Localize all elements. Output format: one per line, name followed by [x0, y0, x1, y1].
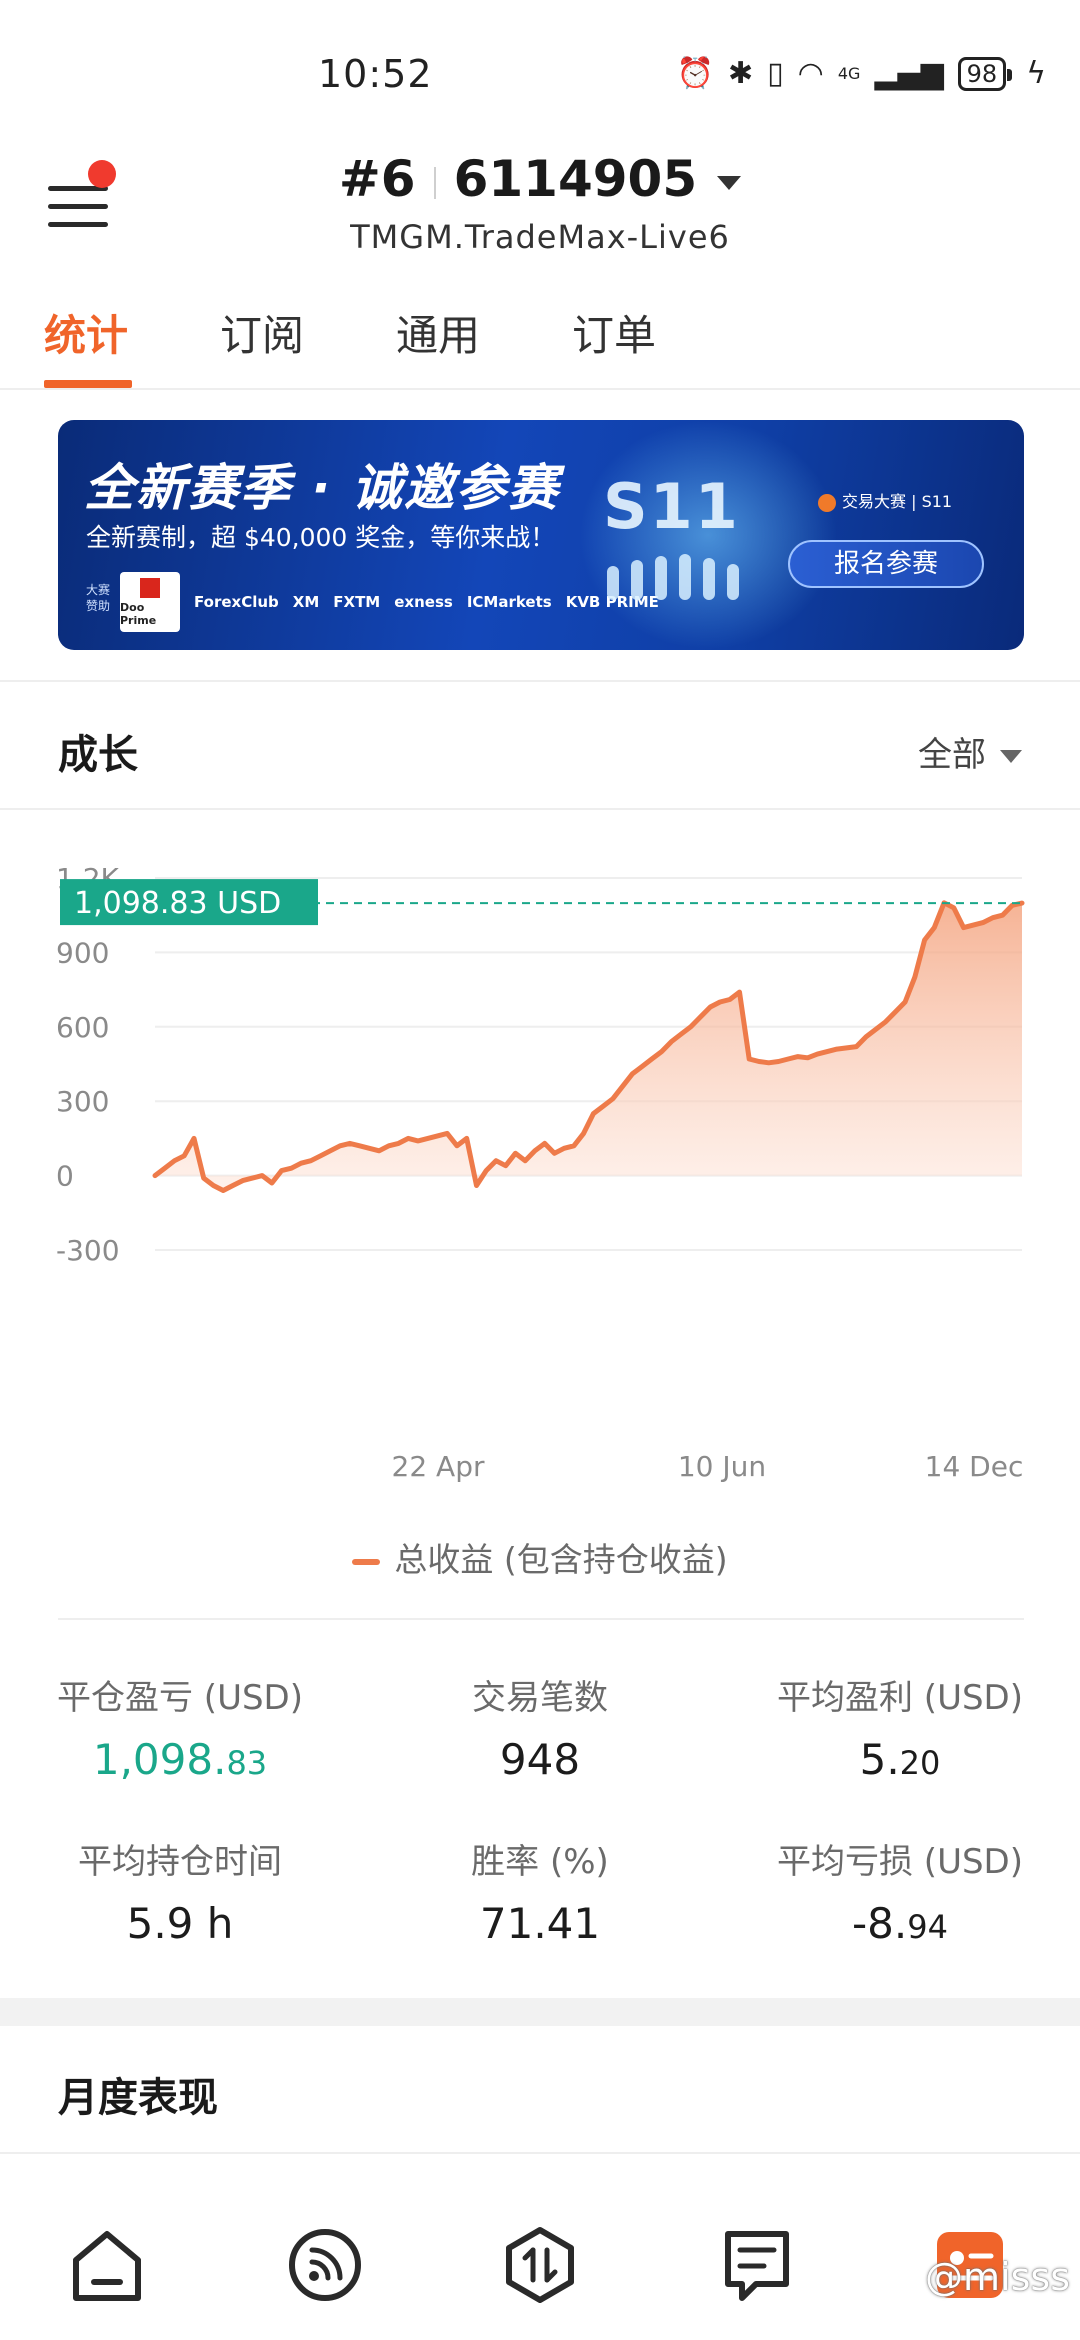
stat-average-profit: 平均盈利 (USD) 5.20: [720, 1670, 1080, 1784]
nav-orders[interactable]: [712, 2220, 802, 2310]
monthly-performance-title: 月度表现: [58, 2075, 218, 2121]
range-filter-label: 全部: [918, 735, 986, 775]
promo-banner[interactable]: 全新赛季 · 诚邀参赛 全新赛制，超 $40,000 奖金，等你来战！ 大赛赞助…: [58, 420, 1024, 650]
chevron-down-icon: [1000, 750, 1022, 763]
y-tick-label: 900: [56, 936, 109, 969]
sponsor-logo: ForexClub: [194, 593, 279, 611]
legend-swatch: [352, 1558, 381, 1565]
stat-average-loss: 平均亏损 (USD) -8.94: [720, 1834, 1080, 1948]
range-filter-dropdown[interactable]: 全部: [918, 727, 1022, 776]
growth-title: 成长: [58, 732, 138, 778]
status-time: 10:52: [318, 52, 433, 96]
y-tick-label: 600: [56, 1011, 109, 1044]
runner-figure: [727, 564, 739, 600]
growth-area: [155, 902, 1022, 1191]
account-number: #6: [338, 150, 416, 208]
tab-bar: 统计 订阅 通用 订单: [0, 290, 1080, 390]
stat-trade-count: 交易笔数 948: [360, 1670, 720, 1784]
runner-figure: [679, 554, 691, 600]
sponsor-logo: FXTM: [333, 593, 381, 611]
battery-icon: 98: [957, 56, 1012, 91]
header: #6 6114905 TMGM.TradeMax-Live6: [0, 140, 1080, 270]
sponsor-logo: Doo Prime: [120, 572, 180, 632]
sponsor-logo: XM: [292, 593, 320, 611]
watermark: @misss: [925, 2255, 1070, 2299]
tab-subscribe[interactable]: 订阅: [220, 302, 304, 363]
y-tick-label: 0: [56, 1160, 74, 1193]
doo-prime-icon: [140, 577, 160, 598]
nav-signals[interactable]: [280, 2220, 370, 2310]
tab-active-indicator: [44, 380, 132, 388]
signal-icon: [289, 2229, 361, 2301]
tab-general[interactable]: 通用: [396, 302, 480, 363]
stat-closed-pnl: 平仓盈亏 (USD) 1,098.83: [0, 1670, 360, 1784]
bluetooth-icon: ✱: [728, 56, 754, 91]
stat-win-rate: 胜率 (%) 71.41: [360, 1834, 720, 1948]
charging-icon: ϟ: [1026, 56, 1046, 91]
wifi-icon: ◠: [797, 56, 824, 91]
chart-legend: 总收益 (包含持仓收益): [0, 1533, 1080, 1581]
home-icon: [73, 2231, 141, 2301]
signup-button[interactable]: 报名参赛: [788, 540, 984, 588]
stat-label: 平均亏损 (USD): [777, 1842, 1023, 1882]
tab-orders[interactable]: 订单: [572, 302, 656, 363]
separator: [433, 166, 436, 199]
orders-icon: [725, 2231, 789, 2301]
y-tick-label: -300: [56, 1234, 120, 1267]
banner-subtitle: 全新赛制，超 $40,000 奖金，等你来战！: [86, 523, 556, 552]
stat-value: 71.41: [479, 1899, 601, 1948]
vibrate-icon: ▯: [767, 56, 784, 91]
growth-chart[interactable]: 1.2K9006003000-300 22 Apr 10 Jun 14 Dec 1,…: [0, 840, 1080, 1500]
x-tick-label: 10 Jun: [678, 1450, 766, 1483]
stat-value: 948: [499, 1735, 581, 1784]
runner-figure: [655, 556, 667, 600]
banner-brand: 交易大赛 | S11: [818, 488, 952, 512]
stat-value: 1,098.83: [92, 1735, 268, 1784]
alarm-icon: ⏰: [676, 56, 715, 91]
section-separator: [0, 1998, 1080, 2026]
status-bar: 10:52 ⏰ ✱ ▯ ◠ 4G ▂▄▆ 98 ϟ: [0, 0, 1080, 130]
y-tick-label: 300: [56, 1085, 109, 1118]
runner-figure: [607, 566, 619, 600]
signal-bars-icon: ▂▄▆: [874, 56, 944, 91]
server-name: TMGM.TradeMax-Live6: [350, 218, 730, 256]
divider: [0, 808, 1080, 810]
chevron-down-icon: [717, 175, 742, 190]
legend-label: 总收益 (包含持仓收益): [394, 1540, 728, 1579]
bottom-nav: [0, 2220, 1080, 2340]
network-type: 4G: [837, 64, 861, 83]
sponsor-logo: ICMarkets: [466, 593, 552, 611]
divider: [0, 680, 1080, 682]
status-icons: ⏰ ✱ ▯ ◠ 4G ▂▄▆ 98 ϟ: [677, 56, 1046, 91]
x-tick-label: 22 Apr: [392, 1450, 485, 1483]
divider: [0, 2152, 1080, 2154]
sponsor-logos: Doo Prime ForexClub XM FXTM exness ICMar…: [120, 572, 659, 632]
account-id: 6114905: [453, 150, 698, 208]
stat-average-hold-time: 平均持仓时间 5.9 h: [0, 1834, 360, 1948]
season-mark: S11: [603, 470, 740, 543]
runner-figure: [631, 560, 643, 600]
trade-icon: [506, 2227, 574, 2303]
stat-label: 胜率 (%): [471, 1842, 609, 1882]
banner-sponsor-label: 大赛赞助: [86, 583, 111, 613]
stat-label: 平仓盈亏 (USD): [57, 1678, 303, 1718]
stat-value: 5.9 h: [126, 1899, 234, 1948]
runner-figure: [703, 558, 715, 600]
nav-trade[interactable]: [495, 2220, 585, 2310]
runners-graphic: [603, 540, 753, 600]
account-selector[interactable]: #6 6114905: [0, 150, 1080, 208]
banner-title: 全新赛季 · 诚邀参赛: [84, 459, 560, 517]
brand-logo-icon: [818, 493, 836, 512]
stat-label: 平均盈利 (USD): [777, 1678, 1023, 1718]
stat-label: 平均持仓时间: [78, 1842, 282, 1882]
stat-value: -8.94: [852, 1899, 948, 1948]
stat-value: 5.20: [859, 1735, 941, 1784]
nav-home[interactable]: [62, 2220, 152, 2310]
divider: [58, 1618, 1024, 1620]
sponsor-logo: exness: [394, 593, 453, 611]
stat-label: 交易笔数: [472, 1678, 608, 1718]
tab-statistics[interactable]: 统计: [44, 302, 128, 363]
current-value-label: 1,098.83 USD: [74, 886, 281, 921]
x-tick-label: 14 Dec: [925, 1450, 1024, 1483]
